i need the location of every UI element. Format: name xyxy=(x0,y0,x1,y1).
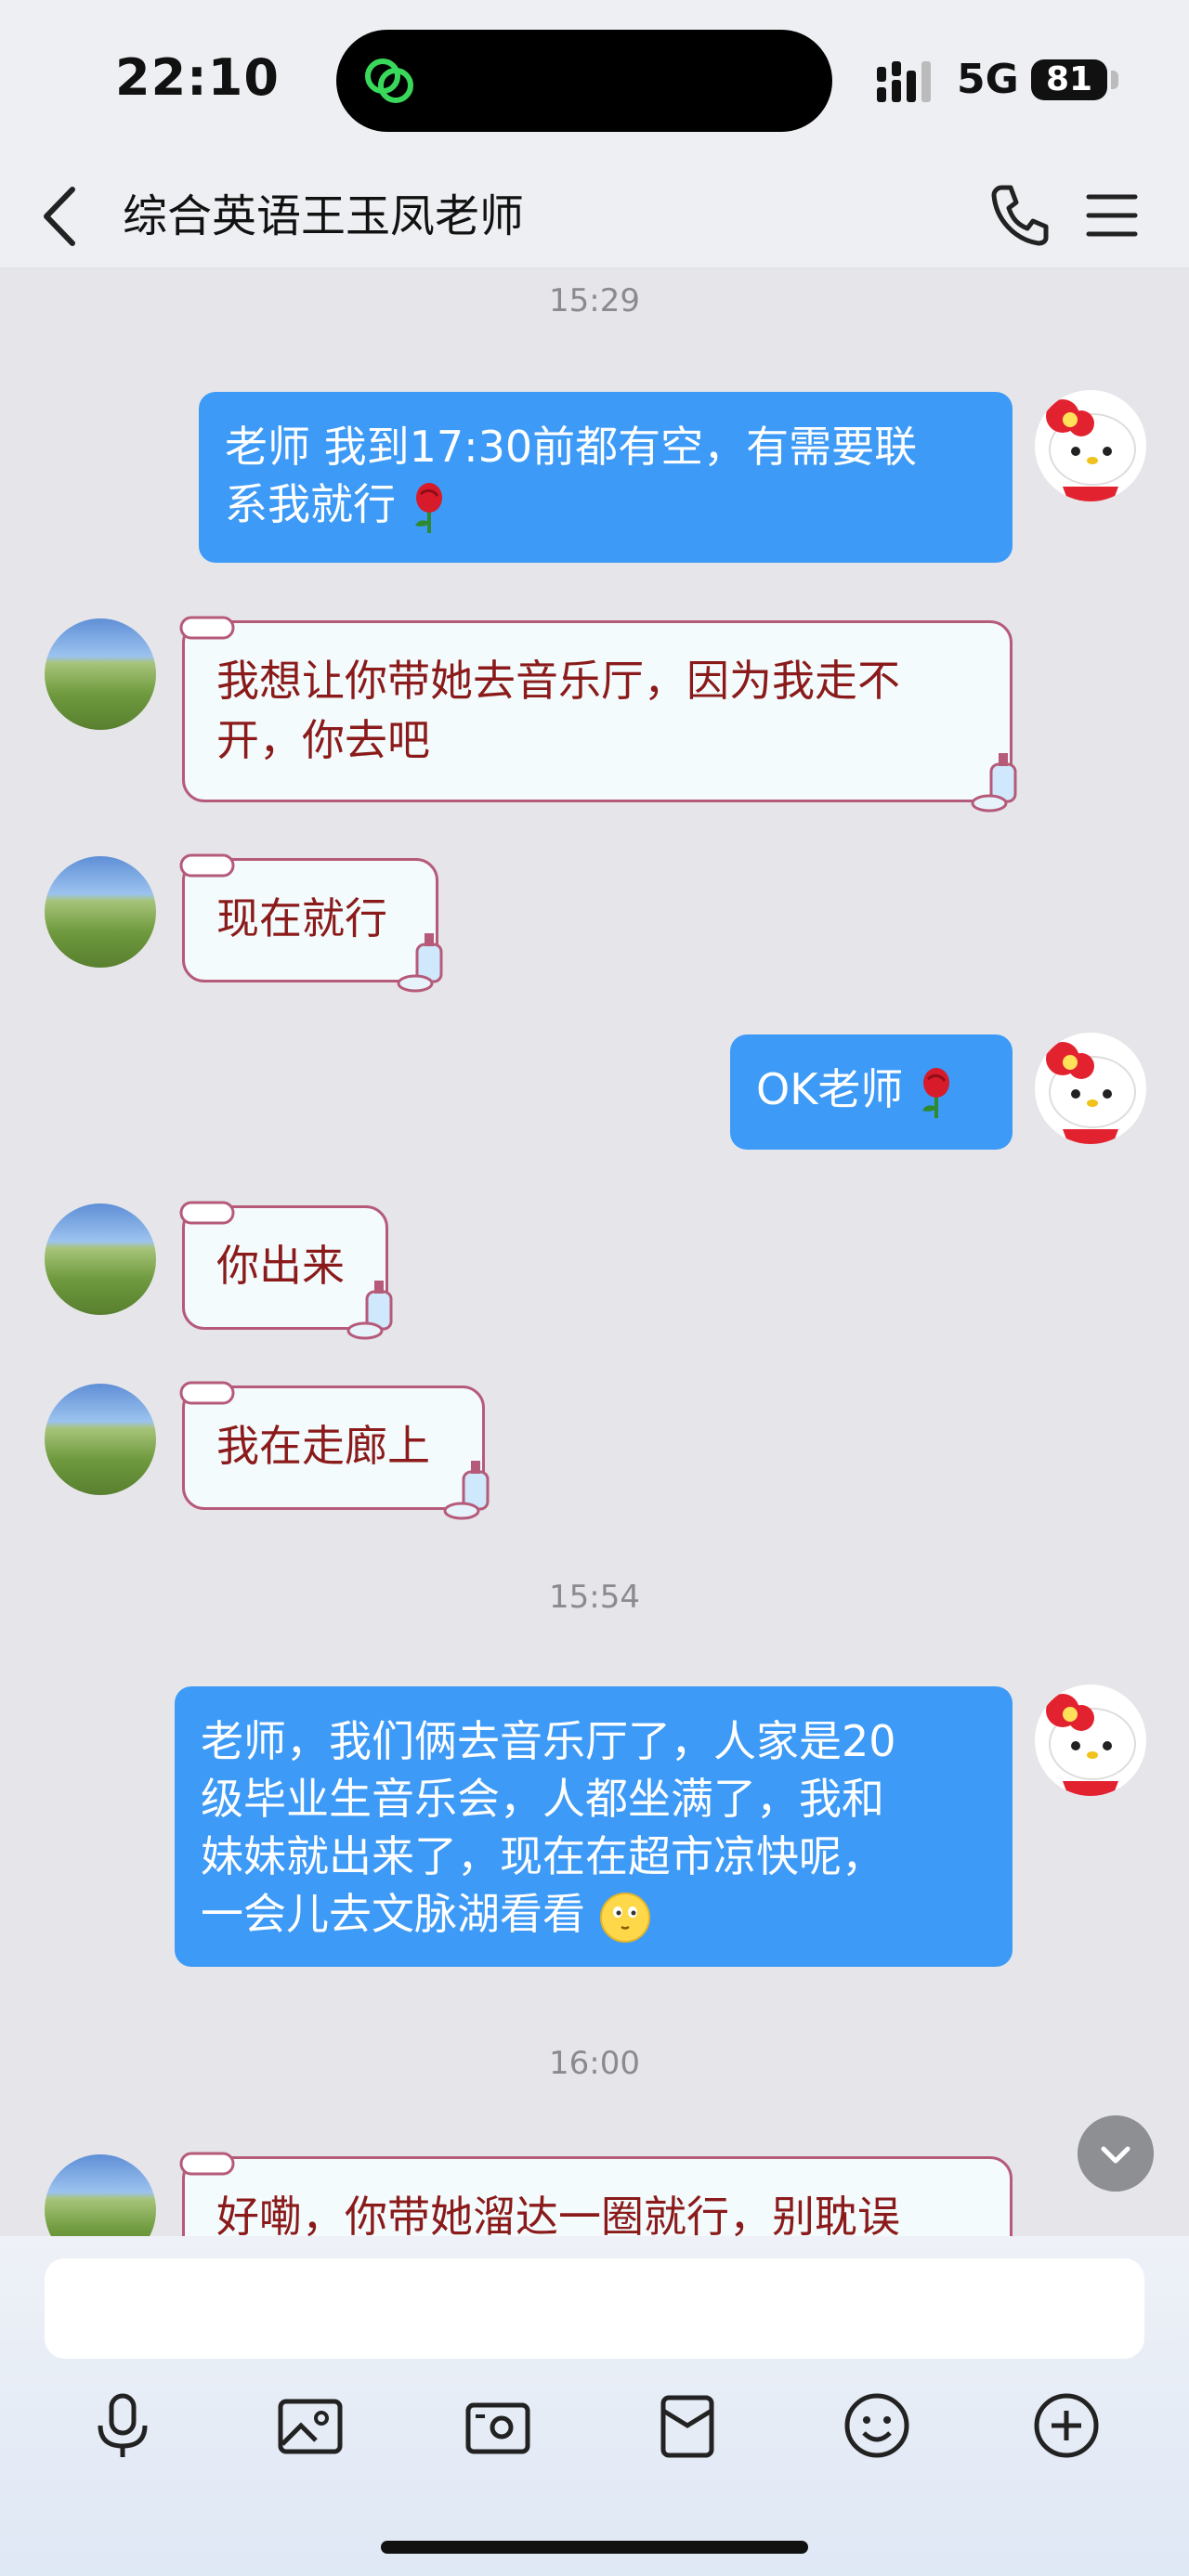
dynamic-island xyxy=(336,30,832,132)
hello-kitty-avatar-icon xyxy=(1046,399,1136,501)
message-input[interactable] xyxy=(45,2258,1144,2359)
avatar-teacher[interactable] xyxy=(45,856,156,968)
lotion-bottle-decoration-icon xyxy=(443,1461,490,1520)
hello-kitty-avatar-icon xyxy=(1046,1042,1136,1144)
home-indicator xyxy=(381,2541,808,2554)
battery-nub xyxy=(1111,71,1118,89)
avatar-teacher[interactable] xyxy=(45,1384,156,1495)
message-line: OK老师 xyxy=(756,1060,986,1120)
chat-header: 综合英语王玉凤老师 xyxy=(0,167,1189,267)
network-type: 5G xyxy=(957,56,1019,103)
scroll-to-bottom-icon[interactable] xyxy=(1078,2115,1154,2192)
status-time: 22:10 xyxy=(115,48,280,107)
camera-icon[interactable] xyxy=(461,2388,535,2463)
message-line: 开，你去吧 xyxy=(216,715,430,765)
incoming-message[interactable]: 你出来 xyxy=(179,1201,393,1340)
lotion-bottle-decoration-icon xyxy=(346,1281,393,1340)
message-line: 老师，我们俩去音乐厅了，人家是20 xyxy=(201,1716,896,1766)
avatar-teacher[interactable] xyxy=(45,618,156,730)
outgoing-message[interactable]: 老师，我们俩去音乐厅了，人家是20 级毕业生音乐会，人都坐满了，我和 妹妹就出来… xyxy=(175,1686,1013,1967)
incoming-message[interactable]: 我在走廊上 xyxy=(179,1381,490,1520)
timestamp: 16:00 xyxy=(549,2045,640,2082)
outgoing-message[interactable]: OK老师 xyxy=(730,1034,1013,1150)
incoming-message[interactable]: 好嘞，你带她溜达一圈就行，别耽误 xyxy=(179,2152,1013,2236)
goggles-decoration-icon xyxy=(179,1201,235,1225)
phone-icon[interactable] xyxy=(988,182,1050,247)
avatar-self[interactable] xyxy=(1035,390,1146,501)
message-line: 妹妹就出来了，现在在超市凉快呢， xyxy=(201,1831,884,1881)
goggles-decoration-icon xyxy=(179,616,235,640)
goggles-decoration-icon xyxy=(179,2152,235,2176)
hamburger-menu-icon[interactable] xyxy=(1085,188,1139,243)
status-bar: 22:10 5G 81 xyxy=(0,0,1189,167)
battery-level: 81 xyxy=(1045,60,1093,98)
message-list[interactable]: 15:29 老师 我到17:30前都有空，有需要联 系我就行 我想让你带她去音乐… xyxy=(0,269,1189,2236)
goggles-decoration-icon xyxy=(179,853,235,878)
message-line: 级毕业生音乐会，人都坐满了，我和 xyxy=(201,1774,884,1824)
timestamp: 15:29 xyxy=(549,282,640,319)
lotion-bottle-decoration-icon xyxy=(971,753,1017,813)
message-line: 我想让你带她去音乐厅，因为我走不 xyxy=(216,656,900,706)
emoji-icon[interactable] xyxy=(840,2388,914,2463)
timestamp: 15:54 xyxy=(549,1579,640,1616)
wechat-link-icon xyxy=(365,59,413,103)
incoming-message[interactable]: 现在就行 xyxy=(179,853,443,993)
rose-emoji-icon xyxy=(922,1067,949,1118)
message-line: 你出来 xyxy=(216,1241,345,1291)
hello-kitty-avatar-icon xyxy=(1046,1694,1136,1796)
chat-title[interactable]: 综合英语王玉凤老师 xyxy=(123,184,524,249)
chevron-left-icon[interactable] xyxy=(37,184,84,249)
photo-icon[interactable] xyxy=(273,2388,347,2463)
red-packet-icon[interactable] xyxy=(650,2388,725,2463)
message-line: 现在就行 xyxy=(216,893,387,943)
message-line: 老师 我到17:30前都有空，有需要联 xyxy=(225,422,918,472)
plus-icon[interactable] xyxy=(1029,2388,1104,2463)
rose-emoji-icon xyxy=(414,482,442,533)
avatar-teacher[interactable] xyxy=(45,2154,156,2236)
incoming-message[interactable]: 我想让你带她去音乐厅，因为我走不 开，你去吧 xyxy=(179,616,1017,813)
battery-icon: 81 xyxy=(1031,59,1107,100)
message-line: 我在走廊上 xyxy=(216,1421,430,1471)
composer-bar xyxy=(0,2236,1189,2576)
signal-icon xyxy=(877,61,931,102)
message-line: 好嘞，你带她溜达一圈就行，别耽误 xyxy=(216,2192,900,2236)
microphone-icon[interactable] xyxy=(85,2388,160,2463)
message-line: 系我就行 xyxy=(225,475,986,535)
avatar-self[interactable] xyxy=(1035,1685,1146,1796)
avatar-teacher[interactable] xyxy=(45,1203,156,1315)
message-line: 一会儿去文脉湖看看 xyxy=(201,1885,986,1944)
lotion-bottle-decoration-icon xyxy=(397,933,443,993)
blush-emoji-icon xyxy=(599,1892,650,1943)
goggles-decoration-icon xyxy=(179,1381,235,1405)
outgoing-message[interactable]: 老师 我到17:30前都有空，有需要联 系我就行 xyxy=(199,392,1013,563)
avatar-self[interactable] xyxy=(1035,1033,1146,1144)
